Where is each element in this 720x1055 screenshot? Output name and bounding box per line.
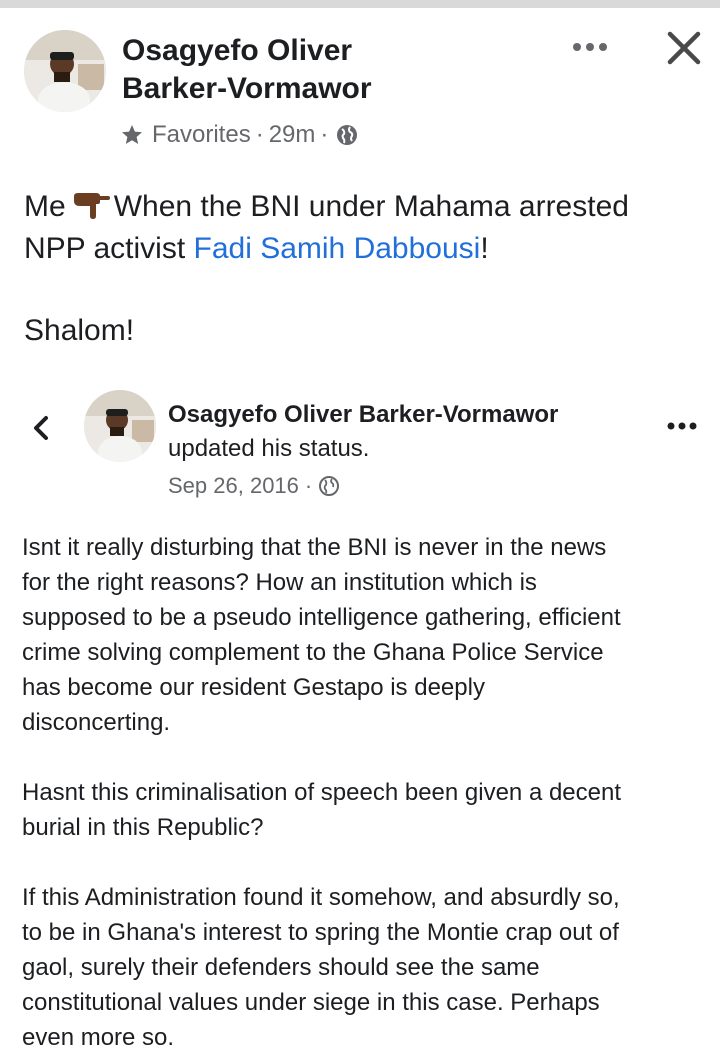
shared-more-options-button[interactable] [662,414,702,438]
shared-status-text: Isnt it really disturbing that the BNI i… [22,530,712,1055]
post-text-line-1: Me When the BNI under Mahama arrested [24,186,694,228]
shared-action-text: updated his status. [168,435,370,462]
backhand-index-pointing-down-emoji [73,193,110,219]
shared-date[interactable]: Sep 26, 2016 [168,470,299,502]
post-text-line-2-prefix: NPP activist [24,232,186,265]
post-text-exclamation: ! [480,232,489,265]
status-line: gaol, surely their defenders should see … [22,954,540,981]
shared-meta: Sep 26, 2016 · [168,470,340,502]
more-options-icon [667,422,697,430]
post-text-me: Me [24,190,66,223]
status-line: constitutional values under siege in thi… [22,989,600,1016]
tagged-person-link[interactable]: Fadi Samih Dabbousi [194,232,481,265]
status-line: Isnt it really disturbing that the BNI i… [22,534,607,561]
status-line: for the right reasons? How an institutio… [22,569,537,596]
status-line: If this Administration found it somehow,… [22,884,620,911]
post-time[interactable]: 29m [269,121,316,149]
status-line: Hasnt this criminalisation of speech bee… [22,779,622,806]
post-author-name[interactable]: Osagyefo Oliver Barker-Vormawor [122,32,482,108]
more-options-icon [573,43,607,51]
post-text-line-2: NPP activist Fadi Samih Dabbousi! [24,228,694,270]
shared-author-name[interactable]: Osagyefo Oliver Barker-Vormawor [168,398,558,432]
chevron-left-icon [34,416,48,440]
close-button[interactable] [662,26,706,70]
star-icon [122,125,142,144]
status-line: even more so. [22,1024,175,1051]
globe-icon [337,125,358,145]
more-options-button[interactable] [568,32,612,62]
author-avatar[interactable] [24,30,106,112]
meta-separator: · [320,121,329,148]
post-text-line-3: Shalom! [24,314,135,347]
status-line: crime solving complement to the Ghana Po… [22,639,604,666]
status-line: supposed to be a pseudo intelligence gat… [22,604,621,631]
audience-label[interactable]: Favorites [152,121,251,149]
post-text-line-1-rest: When the BNI under Mahama arrested [113,190,629,223]
back-button[interactable] [26,410,56,446]
top-bar [0,0,720,8]
status-line: disconcerting. [22,709,171,736]
close-icon [667,31,701,65]
post-meta: Favorites · 29m · [120,118,359,152]
globe-icon [319,476,340,496]
shared-author-avatar[interactable] [84,390,156,462]
author-name-line-1[interactable]: Osagyefo Oliver [122,32,482,70]
status-line: burial in this Republic? [22,814,264,841]
meta-separator: · [255,121,264,148]
shared-meta-separator: · [304,473,313,498]
author-name-line-2[interactable]: Barker-Vormawor [122,70,482,108]
status-line: has become our resident Gestapo is deepl… [22,674,485,701]
status-line: to be in Ghana's interest to spring the … [22,919,619,946]
post-text: Me When the BNI under Mahama arrested NPP… [24,186,694,352]
